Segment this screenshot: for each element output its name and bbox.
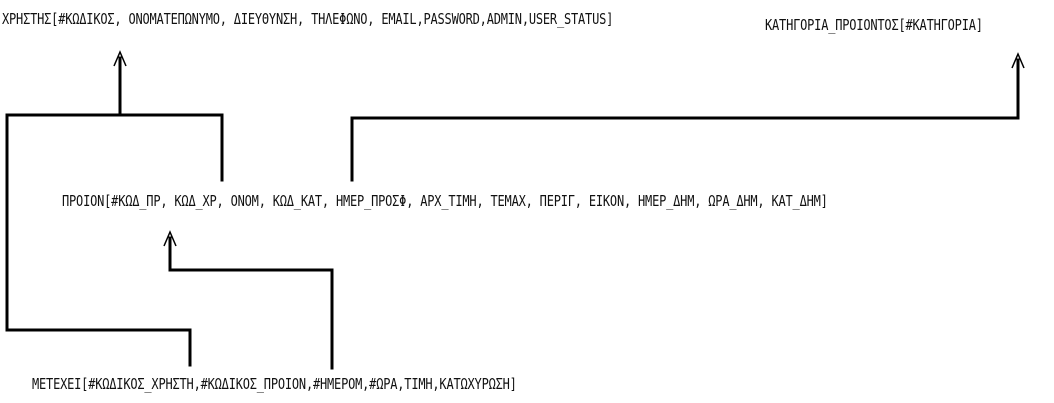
- entity-xristis: ΧΡΗΣΤΗΣ[#ΚΩΔΙΚΟΣ, ΟΝΟΜΑΤΕΠΩΝΥΜΟ, ΔΙΕΥΘΥΝ…: [2, 10, 614, 28]
- entity-proion: ΠΡΟΙΟΝ[#ΚΩΔ_ΠΡ, ΚΩΔ_ΧΡ, ΟΝΟΜ, ΚΩΔ_ΚΑΤ, Η…: [62, 192, 828, 210]
- fk-metexei-to-proion-line: [168, 236, 334, 370]
- entity-katigoria-proiontos: ΚΑΤΗΓΟΡΙΑ_ΠΡΟΙΟΝΤΟΣ[#ΚΑΤΗΓΟΡΙΑ]: [765, 16, 983, 34]
- fk-metexei-to-xristis-line: [5, 113, 192, 367]
- fk-proion-to-katigoria-line: [350, 58, 1020, 182]
- fk-proion-to-xristis-line: [118, 56, 224, 182]
- entity-metexei: ΜΕΤΕΧΕΙ[#ΚΩΔΙΚΟΣ_ΧΡΗΣΤΗ,#ΚΩΔΙΚΟΣ_ΠΡΟΙΟΝ,…: [32, 375, 517, 393]
